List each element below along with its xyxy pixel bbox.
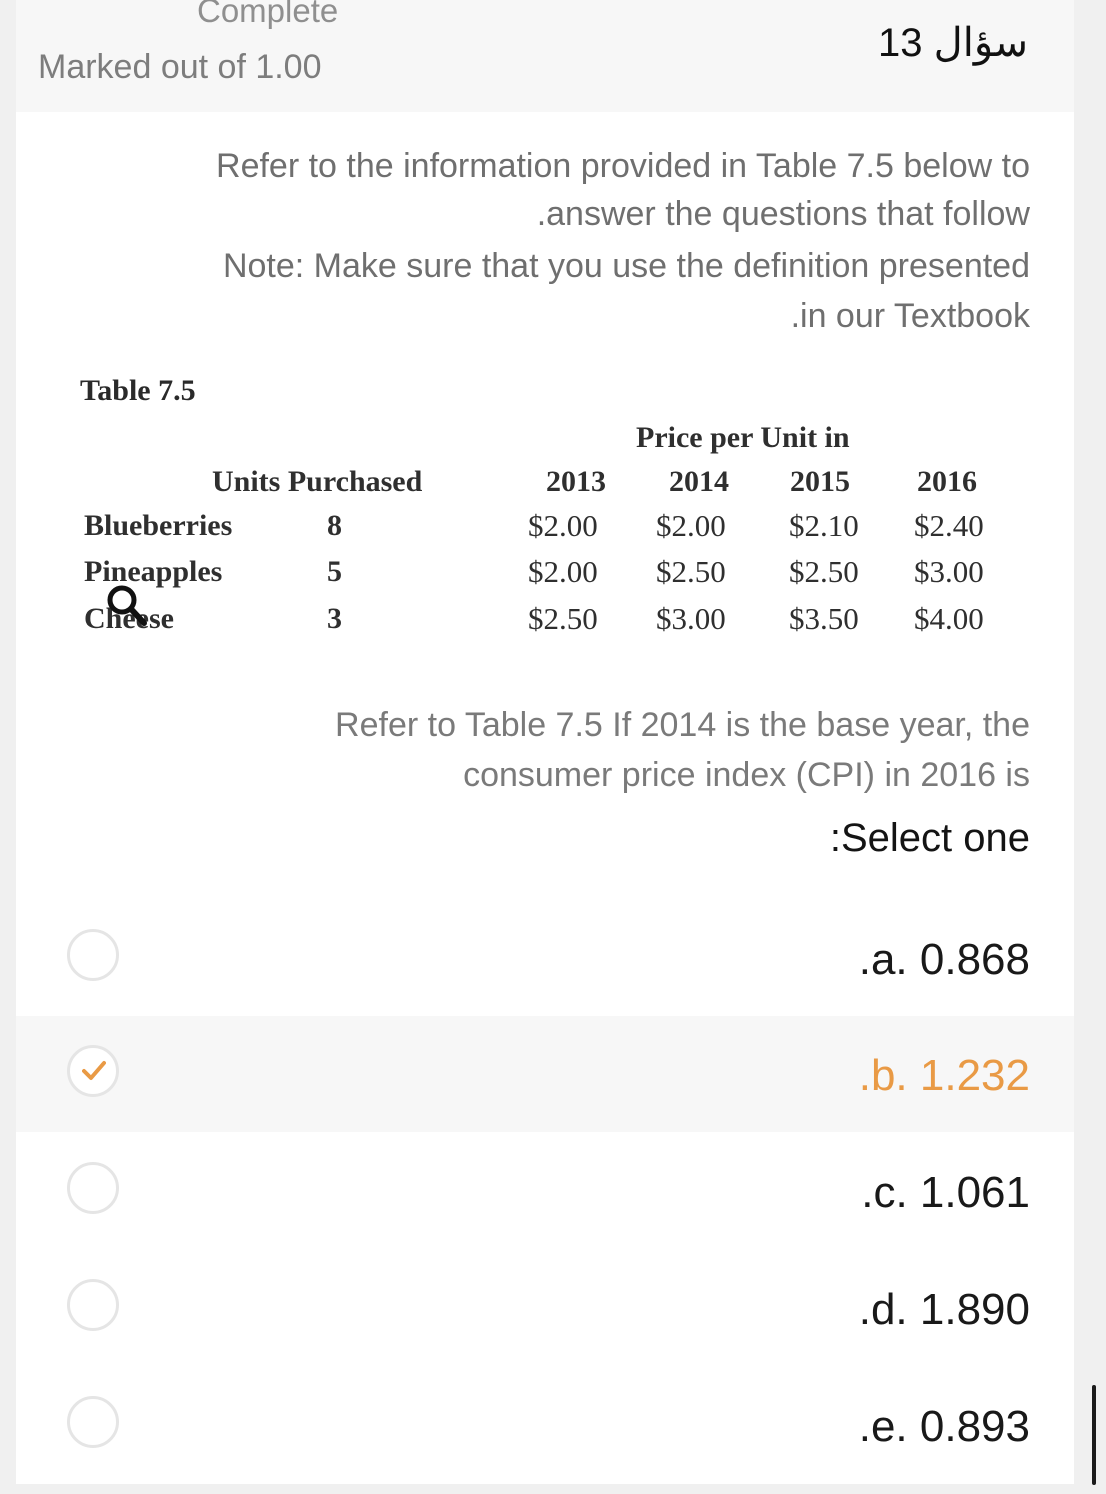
price-cell: $2.50 xyxy=(528,601,598,636)
year-header: 2016 xyxy=(917,465,977,498)
price-per-unit-header: Price per Unit in xyxy=(636,421,850,454)
price-cell: $3.00 xyxy=(656,601,726,636)
scroll-indicator[interactable] xyxy=(1092,1385,1096,1485)
item-units: 5 xyxy=(327,555,342,588)
select-one-prompt: :Select one xyxy=(829,816,1030,860)
radio-button[interactable] xyxy=(67,1162,119,1214)
answer-option-label: .a. 0.868 xyxy=(858,935,1030,984)
question-grade: Marked out of 1.00 xyxy=(38,48,322,86)
price-cell: $2.00 xyxy=(656,508,726,543)
question-text-line-2: consumer price index (CPI) in 2016 is xyxy=(463,756,1030,794)
answer-option-label: .e. 0.893 xyxy=(858,1402,1030,1451)
question-info-header: Complete Marked out of 1.00 سؤال 13 xyxy=(16,0,1074,112)
price-cell: $2.50 xyxy=(656,554,726,589)
answer-option-c[interactable]: .c. 1.061 xyxy=(16,1133,1074,1249)
question-state: Complete xyxy=(197,0,339,29)
price-cell: $2.50 xyxy=(789,554,859,589)
price-cell: $4.00 xyxy=(914,601,984,636)
intro-line-1: Refer to the information provided in Tab… xyxy=(216,147,1030,185)
price-cell: $2.00 xyxy=(528,554,598,589)
radio-button[interactable] xyxy=(67,929,119,981)
item-units: 3 xyxy=(327,602,342,635)
price-cell: $2.10 xyxy=(789,508,859,543)
price-cell: $3.00 xyxy=(914,554,984,589)
question-number: سؤال 13 xyxy=(878,21,1028,65)
radio-button[interactable] xyxy=(67,1396,119,1448)
year-header: 2014 xyxy=(669,465,729,498)
radio-button-selected[interactable] xyxy=(67,1045,119,1097)
intro-line-4: .in our Textbook xyxy=(790,297,1030,335)
answer-option-label: .d. 1.890 xyxy=(858,1285,1030,1334)
answer-option-d[interactable]: .d. 1.890 xyxy=(16,1250,1074,1366)
answer-option-a[interactable]: .a. 0.868 xyxy=(16,900,1074,1016)
price-cell: $2.00 xyxy=(528,508,598,543)
year-header: 2013 xyxy=(546,465,606,498)
year-header: 2015 xyxy=(790,465,850,498)
price-cell: $2.40 xyxy=(914,508,984,543)
radio-button[interactable] xyxy=(67,1279,119,1331)
units-purchased-header: Units Purchased xyxy=(212,465,423,498)
answer-option-b[interactable]: .b. 1.232 xyxy=(16,1016,1074,1132)
answer-option-label: .b. 1.232 xyxy=(858,1051,1030,1100)
answer-option-e[interactable]: .e. 0.893 xyxy=(16,1367,1074,1483)
intro-line-2: .answer the questions that follow xyxy=(536,195,1030,233)
item-name: Blueberries xyxy=(84,509,233,542)
checkmark-icon xyxy=(82,1061,106,1080)
table-title: Table 7.5 xyxy=(80,374,196,407)
price-cell: $3.50 xyxy=(789,601,859,636)
question-card: Complete Marked out of 1.00 سؤال 13 Refe… xyxy=(16,0,1074,1484)
magnifier-icon[interactable] xyxy=(102,581,152,631)
answer-option-label: .c. 1.061 xyxy=(861,1168,1030,1217)
quiz-page: Complete Marked out of 1.00 سؤال 13 Refe… xyxy=(0,0,1106,1494)
question-text-line-1: Refer to Table 7.5 If 2014 is the base y… xyxy=(335,706,1030,744)
item-units: 8 xyxy=(327,509,342,542)
intro-line-3: Note: Make sure that you use the definit… xyxy=(222,247,1030,285)
